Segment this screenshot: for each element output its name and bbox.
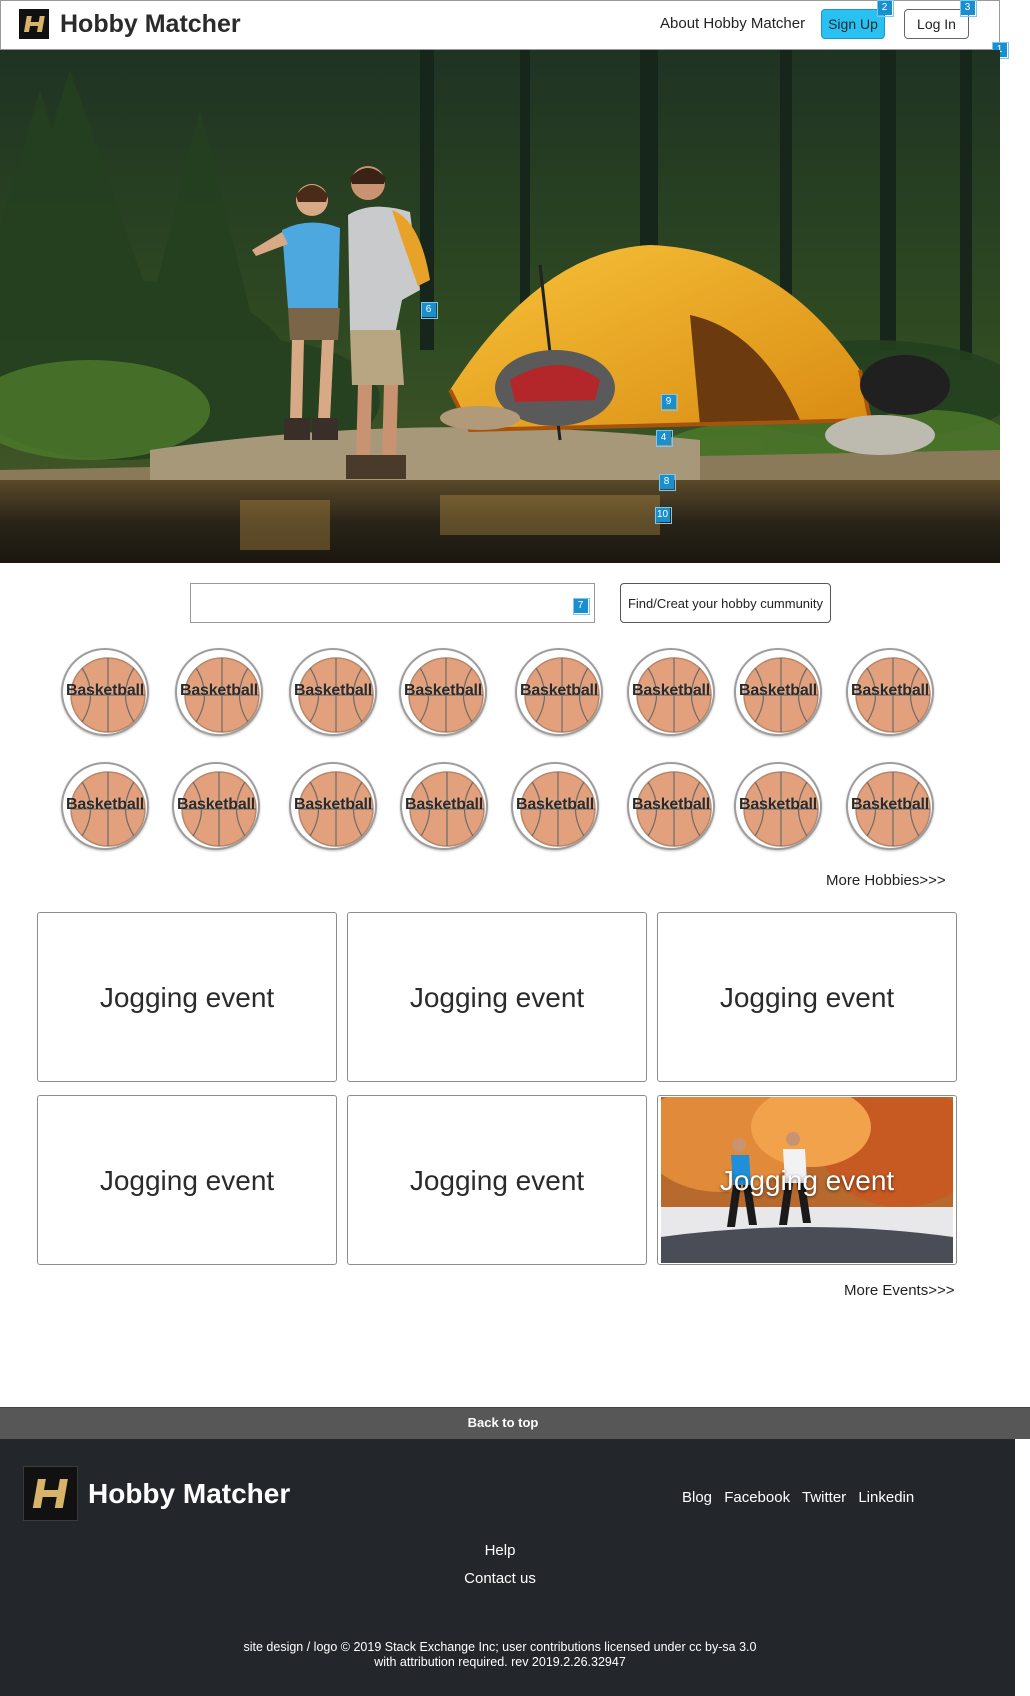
hobby-label: Basketball	[65, 682, 145, 699]
marker-badge: 4	[656, 430, 673, 447]
copyright-line-1: site design / logo © 2019 Stack Exchange…	[243, 1640, 757, 1654]
hobby-basketball[interactable]: Basketball	[846, 762, 934, 850]
hobby-basketball[interactable]: Basketball	[511, 762, 599, 850]
hobby-label: Basketball	[631, 796, 711, 813]
hobby-label: Basketball	[738, 682, 818, 699]
hobby-label: Basketball	[738, 796, 818, 813]
more-hobbies-link[interactable]: More Hobbies>>>	[826, 872, 946, 889]
footer-contact-link[interactable]: Contact us	[0, 1570, 1000, 1587]
hobby-basketball[interactable]: Basketball	[399, 648, 487, 736]
event-card-jogging[interactable]: Jogging event	[347, 1095, 647, 1265]
hobby-basketball[interactable]: Basketball	[61, 762, 149, 850]
hobby-basketball[interactable]: Basketball	[400, 762, 488, 850]
hobby-basketball[interactable]: Basketball	[289, 762, 377, 850]
hobby-basketball[interactable]: Basketball	[175, 648, 263, 736]
top-navbar: Hobby Matcher About Hobby Matcher Sign U…	[0, 0, 1000, 50]
hobby-label: Basketball	[850, 796, 930, 813]
marker-badge: 7	[573, 598, 590, 615]
hobby-label: Basketball	[404, 796, 484, 813]
footer-social-links: Blog Facebook Twitter Linkedin	[682, 1489, 922, 1506]
event-card-jogging[interactable]: Jogging event	[347, 912, 647, 1082]
footer-help-link[interactable]: Help	[0, 1542, 1000, 1559]
hobby-basketball[interactable]: Basketball	[734, 762, 822, 850]
hobby-label: Basketball	[65, 796, 145, 813]
about-link[interactable]: About Hobby Matcher	[660, 15, 805, 33]
logo-icon[interactable]	[19, 9, 49, 39]
marker-badge: 2	[877, 0, 894, 17]
hobby-basketball[interactable]: Basketball	[627, 762, 715, 850]
hobby-search-input[interactable]	[190, 583, 595, 623]
hobby-label: Basketball	[519, 682, 599, 699]
footer-link-twitter[interactable]: Twitter	[802, 1489, 846, 1506]
hobby-label: Basketball	[293, 796, 373, 813]
marker-badge: 3	[960, 0, 977, 17]
footer-link-facebook[interactable]: Facebook	[724, 1489, 790, 1506]
hobby-basketball[interactable]: Basketball	[172, 762, 260, 850]
hobby-basketball[interactable]: Basketball	[61, 648, 149, 736]
hobby-basketball[interactable]: Basketball	[289, 648, 377, 736]
hobby-label: Basketball	[403, 682, 483, 699]
event-card-jogging[interactable]: Jogging event	[657, 912, 957, 1082]
footer-link-blog[interactable]: Blog	[682, 1489, 712, 1506]
more-events-link[interactable]: More Events>>>	[844, 1282, 954, 1299]
hobby-basketball[interactable]: Basketball	[734, 648, 822, 736]
event-card-jogging[interactable]: Jogging event	[37, 912, 337, 1082]
hobby-label: Basketball	[850, 682, 930, 699]
event-title: Jogging event	[719, 1165, 895, 1196]
hobby-label: Basketball	[179, 682, 259, 699]
copyright-line-2: with attribution required. rev 2019.2.26…	[374, 1655, 626, 1669]
footer-link-linkedin[interactable]: Linkedin	[858, 1489, 914, 1506]
hobby-basketball[interactable]: Basketball	[627, 648, 715, 736]
event-title: Jogging event	[99, 982, 275, 1013]
event-title: Jogging event	[719, 982, 895, 1013]
footer: Hobby Matcher Blog Facebook Twitter Link…	[0, 1439, 1015, 1696]
hobby-label: Basketball	[515, 796, 595, 813]
marker-badge: 8	[659, 474, 676, 491]
event-card-jogging[interactable]: Jogging event	[37, 1095, 337, 1265]
marker-badge: 9	[661, 394, 678, 411]
marker-badge: 6	[421, 302, 438, 319]
site-title[interactable]: Hobby Matcher	[60, 9, 241, 39]
hobby-label: Basketball	[176, 796, 256, 813]
marker-badge: 10	[655, 507, 672, 524]
event-title: Jogging event	[409, 1165, 585, 1196]
footer-logo-icon[interactable]	[23, 1466, 78, 1521]
hobby-label: Basketball	[293, 682, 373, 699]
back-to-top-button[interactable]: Back to top	[0, 1407, 1030, 1439]
hero-image: 6 9 4 8 10	[0, 50, 1000, 563]
hobby-label: Basketball	[631, 682, 711, 699]
footer-copyright: site design / logo © 2019 Stack Exchange…	[0, 1640, 1000, 1670]
camping-scene-image	[0, 50, 1000, 563]
hobby-basketball[interactable]: Basketball	[515, 648, 603, 736]
event-title: Jogging event	[409, 982, 585, 1013]
sign-up-button[interactable]: Sign Up	[821, 9, 885, 39]
event-title: Jogging event	[99, 1165, 275, 1196]
find-create-community-button[interactable]: Find/Creat your hobby cummunity	[620, 583, 831, 623]
hobby-basketball[interactable]: Basketball	[846, 648, 934, 736]
event-card-jogging[interactable]: Jogging event	[657, 1095, 957, 1265]
footer-site-title: Hobby Matcher	[88, 1478, 291, 1509]
